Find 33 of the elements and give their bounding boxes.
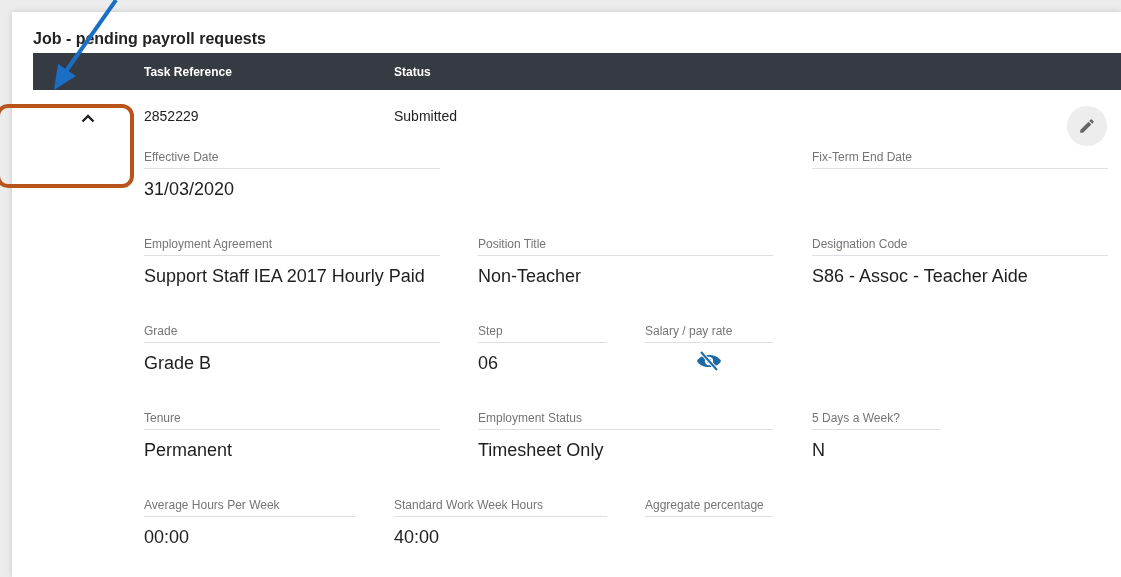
field-value: S86 - Assoc - Teacher Aide xyxy=(812,266,1028,286)
field-label: Standard Work Week Hours xyxy=(394,498,607,517)
field-label: Step xyxy=(478,324,607,343)
field-value: Timesheet Only xyxy=(478,440,604,460)
field-value: 31/03/2020 xyxy=(144,179,235,199)
field-label: Grade xyxy=(144,324,440,343)
field-value: Grade B xyxy=(144,353,212,373)
field-label: Position Title xyxy=(478,237,773,256)
field-label: Employment Agreement xyxy=(144,237,440,256)
eye-slash-icon[interactable] xyxy=(696,351,722,371)
field-label: Salary / pay rate xyxy=(645,324,773,343)
field-label: Employment Status xyxy=(478,411,773,430)
field-value: Support Staff IEA 2017 Hourly Paid xyxy=(144,266,425,286)
field-value: 00:00 xyxy=(144,527,190,547)
column-header: Status xyxy=(394,64,431,79)
field-label: Designation Code xyxy=(812,237,1108,256)
chevron-up-icon[interactable] xyxy=(80,114,95,123)
field-label: Average Hours Per Week xyxy=(144,498,356,517)
edit-button[interactable] xyxy=(1067,106,1107,146)
field-label: Fix-Term End Date xyxy=(812,150,1108,169)
field-label: 5 Days a Week? xyxy=(812,411,940,430)
field-label: Aggregate percentage xyxy=(645,498,773,517)
field-value: 06 xyxy=(478,353,499,373)
field-value: Permanent xyxy=(144,440,233,460)
table-cell-text: Submitted xyxy=(394,107,458,124)
table-cell-text: 2852229 xyxy=(144,107,200,124)
field-value: 40:00 xyxy=(394,527,440,547)
pencil-icon[interactable] xyxy=(1078,117,1096,135)
field-label: Tenure xyxy=(144,411,440,430)
column-header: Task Reference xyxy=(144,64,233,79)
field-label: Effective Date xyxy=(144,150,440,169)
field-value: Non-Teacher xyxy=(478,266,582,286)
field-value: N xyxy=(812,440,825,460)
